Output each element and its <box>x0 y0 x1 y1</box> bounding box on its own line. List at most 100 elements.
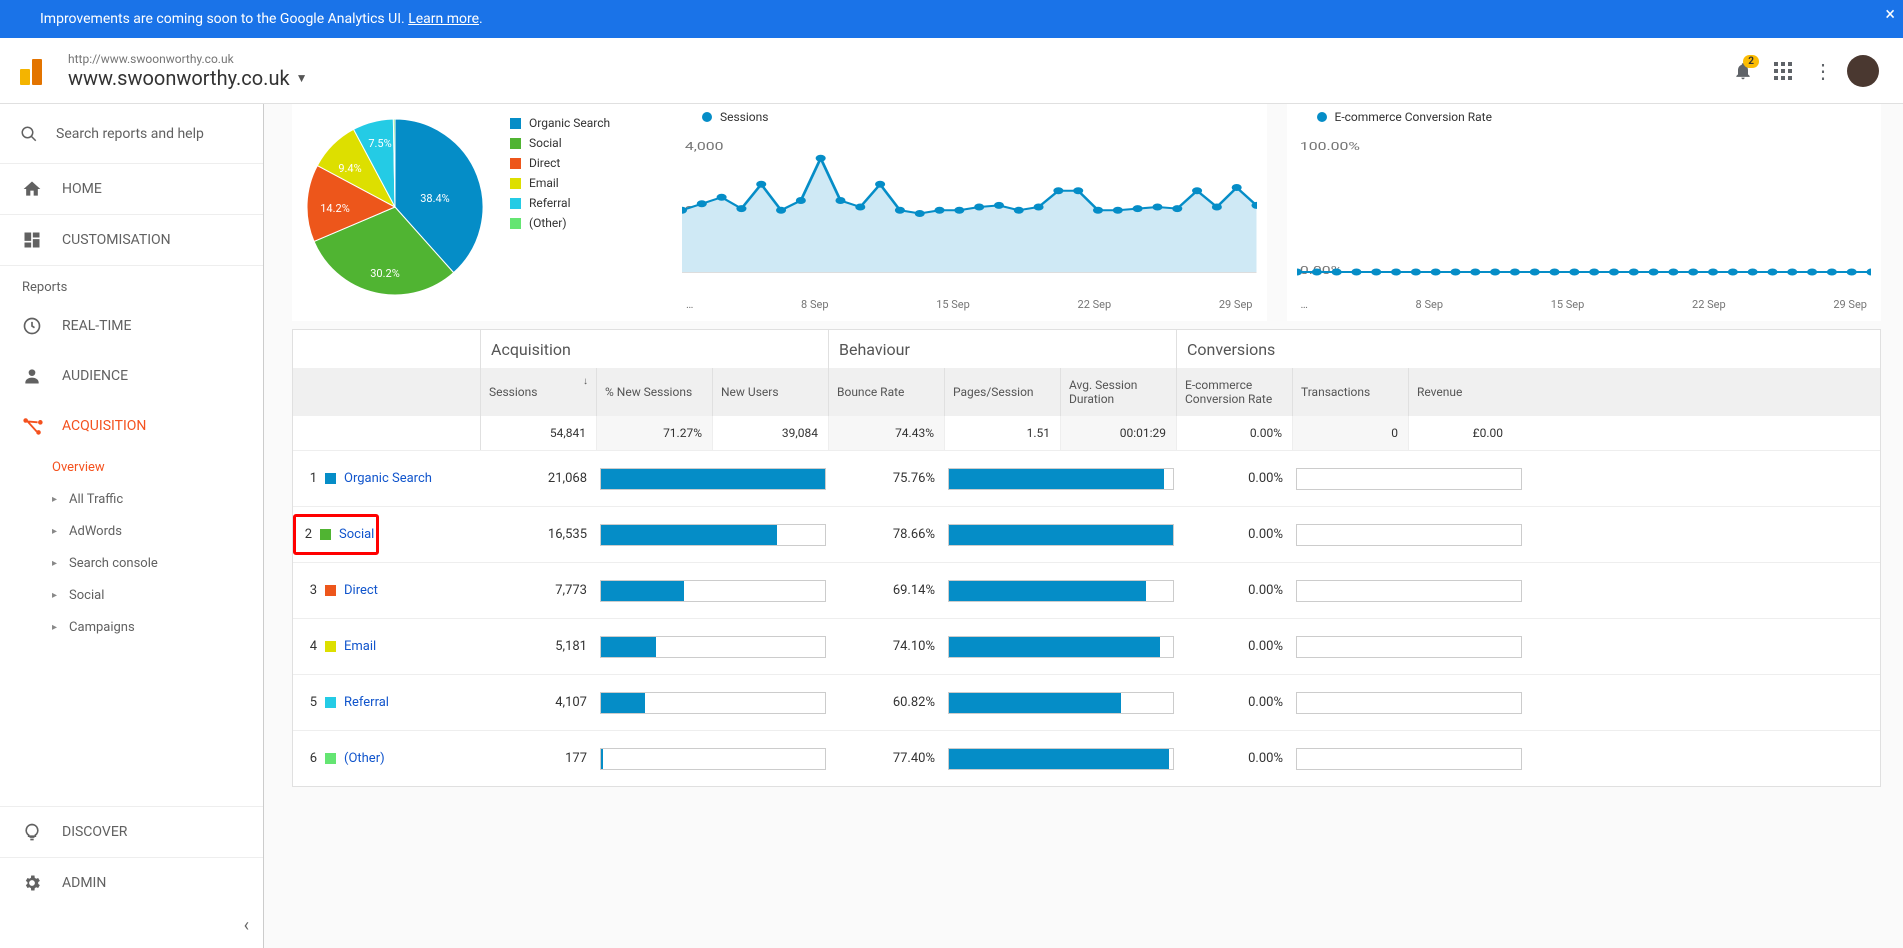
th-group-acquisition: Acquisition <box>481 330 829 368</box>
nav-audience-label: AUDIENCE <box>62 368 128 384</box>
app-header: http://www.swoonworthy.co.uk www.swoonwo… <box>0 38 1903 104</box>
th-sessions[interactable]: Sessions↓ <box>481 368 597 416</box>
bounce-bar <box>945 468 1177 490</box>
nav-realtime-label: REAL-TIME <box>62 318 131 334</box>
sessions-value: 7,773 <box>481 583 597 598</box>
swatch-icon <box>510 158 521 169</box>
summary-new-users: 39,084 <box>713 416 829 450</box>
sidebar: Search reports and help HOME CUSTOMISATI… <box>0 104 264 948</box>
sessions-metric-label: Sessions <box>720 110 768 124</box>
ecr-bar <box>1293 636 1525 658</box>
nav-acquisition[interactable]: ACQUISITION <box>0 401 263 451</box>
collapse-sidebar-button[interactable]: ‹ <box>244 915 249 936</box>
channel-link[interactable]: Email <box>344 639 376 654</box>
channel-link[interactable]: (Other) <box>344 751 385 766</box>
ecr-bar <box>1293 748 1525 770</box>
sidebar-item-campaigns[interactable]: ▸Campaigns <box>0 611 263 643</box>
sidebar-item-search-console[interactable]: ▸Search console <box>0 547 263 579</box>
svg-text:4,000: 4,000 <box>685 140 724 153</box>
pie-legend: Organic SearchSocialDirectEmailReferral(… <box>510 116 610 313</box>
svg-text:14.2%: 14.2% <box>320 202 350 215</box>
bounce-value: 69.14% <box>829 583 945 598</box>
legend-item: Email <box>510 176 610 190</box>
apps-button[interactable] <box>1763 51 1803 91</box>
sessions-value: 16,535 <box>481 527 597 542</box>
legend-item: Referral <box>510 196 610 210</box>
summary-bounce: 74.43% <box>829 416 945 450</box>
summary-pps: 1.51 <box>945 416 1061 450</box>
notification-banner: Improvements are coming soon to the Goog… <box>0 0 1903 38</box>
bounce-bar <box>945 580 1177 602</box>
notifications-button[interactable]: 2 <box>1723 51 1763 91</box>
th-group-behaviour: Behaviour <box>829 330 1177 368</box>
channel-link[interactable]: Referral <box>344 695 389 710</box>
bulb-icon <box>22 822 42 842</box>
th-transactions[interactable]: Transactions <box>1293 368 1409 416</box>
ecr-bar <box>1293 524 1525 546</box>
th-revenue[interactable]: Revenue <box>1409 368 1513 416</box>
sidebar-item-adwords[interactable]: ▸AdWords <box>0 515 263 547</box>
chevron-right-icon: ▸ <box>52 622 57 633</box>
banner-learn-more-link[interactable]: Learn more <box>408 11 479 27</box>
nav-realtime[interactable]: REAL-TIME <box>0 301 263 351</box>
channel-link[interactable]: Direct <box>344 583 378 598</box>
sidebar-item-all-traffic[interactable]: ▸All Traffic <box>0 483 263 515</box>
th-new-sessions[interactable]: % New Sessions <box>597 368 713 416</box>
ecr-bar <box>1293 692 1525 714</box>
nav-discover[interactable]: DISCOVER <box>0 807 263 857</box>
more-button[interactable]: ⋮ <box>1803 51 1843 91</box>
sessions-bar <box>597 692 829 714</box>
search-icon <box>20 125 38 143</box>
swatch-icon <box>510 178 521 189</box>
search-reports[interactable]: Search reports and help <box>0 104 263 164</box>
channel-link[interactable]: Organic Search <box>344 471 432 486</box>
banner-text: Improvements are coming soon to the Goog… <box>40 11 405 27</box>
sessions-bar <box>597 468 829 490</box>
nav-home[interactable]: HOME <box>0 164 263 214</box>
ecr-bar <box>1293 580 1525 602</box>
table-row: 6(Other)17777.40%0.00% <box>293 730 1880 786</box>
th-pages-session[interactable]: Pages/Session <box>945 368 1061 416</box>
table-row: 4Email5,18174.10%0.00% <box>293 618 1880 674</box>
sidebar-item-overview[interactable]: Overview <box>0 451 263 483</box>
gear-icon <box>22 873 42 893</box>
nav-audience[interactable]: AUDIENCE <box>0 351 263 401</box>
bounce-bar <box>945 692 1177 714</box>
sessions-value: 5,181 <box>481 639 597 654</box>
close-icon[interactable]: × <box>1885 4 1895 25</box>
ecr-value: 0.00% <box>1177 751 1293 766</box>
table-row: 2Social16,53578.66%0.00% <box>293 506 1880 562</box>
th-ecr[interactable]: E-commerce Conversion Rate <box>1177 368 1293 416</box>
nav-admin[interactable]: ADMIN <box>0 858 263 908</box>
color-swatch-icon <box>325 473 336 484</box>
summary-row: 54,841 71.27% 39,084 74.43% 1.51 00:01:2… <box>293 416 1880 450</box>
ecr-trend-card: E-commerce Conversion Rate 100.00%0.00% … <box>1287 104 1882 321</box>
swatch-icon <box>510 198 521 209</box>
th-new-users[interactable]: New Users <box>713 368 829 416</box>
sidebar-item-social[interactable]: ▸Social <box>0 579 263 611</box>
color-swatch-icon <box>325 641 336 652</box>
more-vert-icon: ⋮ <box>1813 59 1833 83</box>
sessions-line-chart: 4,0002,000 <box>682 132 1257 292</box>
account-button[interactable] <box>1843 51 1883 91</box>
sessions-bar <box>597 580 829 602</box>
th-bounce-rate[interactable]: Bounce Rate <box>829 368 945 416</box>
property-selector[interactable]: http://www.swoonworthy.co.uk www.swoonwo… <box>68 52 308 90</box>
summary-new-sessions: 71.27% <box>597 416 713 450</box>
chevron-right-icon: ▸ <box>52 494 57 505</box>
legend-item: (Other) <box>510 216 610 230</box>
sort-desc-icon: ↓ <box>583 376 588 387</box>
svg-text:7.5%: 7.5% <box>368 137 391 150</box>
dot-icon <box>702 112 712 122</box>
sessions-value: 4,107 <box>481 695 597 710</box>
channel-link[interactable]: Social <box>339 527 374 542</box>
color-swatch-icon <box>325 585 336 596</box>
table-header-row: Sessions↓ % New Sessions New Users Bounc… <box>293 368 1880 416</box>
color-swatch-icon <box>320 529 331 540</box>
channels-table: Acquisition Behaviour Conversions Sessio… <box>292 329 1881 787</box>
svg-text:9.4%: 9.4% <box>338 162 361 175</box>
sessions-value: 177 <box>481 751 597 766</box>
nav-customisation[interactable]: CUSTOMISATION <box>0 215 263 265</box>
ga-logo <box>20 57 48 85</box>
th-avg-session-duration[interactable]: Avg. Session Duration <box>1061 368 1177 416</box>
